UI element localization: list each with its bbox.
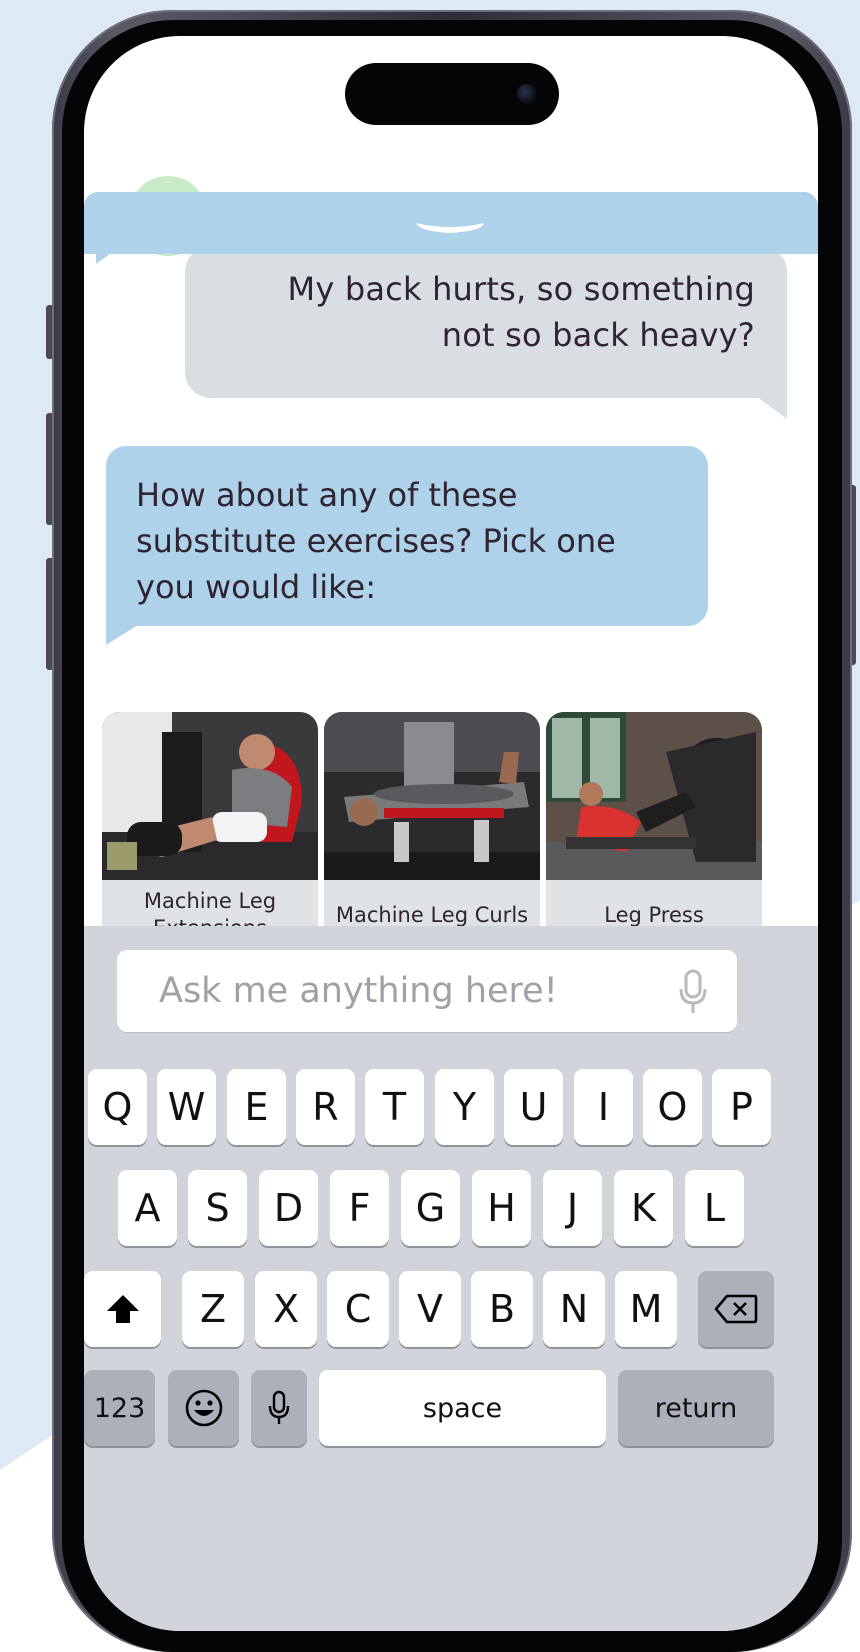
user-bubble-tail (757, 397, 787, 419)
bot-message-bubble: How about any of these substitute exerci… (106, 446, 708, 626)
key-x[interactable]: X (255, 1271, 317, 1347)
key-g[interactable]: G (401, 1170, 460, 1246)
key-m[interactable]: M (615, 1271, 677, 1347)
emoji-key[interactable] (168, 1370, 239, 1446)
exercise-card-leg-extensions[interactable]: Machine Leg Extensions (102, 712, 318, 950)
space-key[interactable]: space (319, 1370, 606, 1446)
backspace-icon (714, 1294, 758, 1324)
exercise-card-leg-press[interactable]: Leg Press (546, 712, 762, 950)
key-n[interactable]: N (543, 1271, 605, 1347)
chat-input[interactable] (159, 950, 659, 1032)
dictation-key[interactable] (251, 1370, 307, 1446)
key-a[interactable]: A (118, 1170, 177, 1246)
key-r[interactable]: R (296, 1069, 355, 1145)
key-b[interactable]: B (471, 1271, 533, 1347)
key-e[interactable]: E (227, 1069, 286, 1145)
key-d[interactable]: D (259, 1170, 318, 1246)
key-c[interactable]: C (327, 1271, 389, 1347)
shift-key[interactable] (84, 1271, 161, 1347)
backspace-key[interactable] (698, 1271, 774, 1347)
key-k[interactable]: K (614, 1170, 673, 1246)
bot-bubble-tail (106, 625, 138, 645)
keyboard-area: Q W E R T Y U I O P A S D F G H J K L Z … (84, 926, 818, 1631)
return-key[interactable]: return (618, 1370, 774, 1446)
leg-extensions-photo (102, 712, 318, 880)
key-o[interactable]: O (643, 1069, 702, 1145)
user-message-text: My back hurts, so something not so back … (287, 270, 755, 354)
key-s[interactable]: S (188, 1170, 247, 1246)
key-z[interactable]: Z (182, 1271, 244, 1347)
chat-input-container[interactable] (117, 950, 737, 1032)
key-i[interactable]: I (574, 1069, 633, 1145)
key-v[interactable]: V (399, 1271, 461, 1347)
camera-icon (517, 84, 537, 104)
key-t[interactable]: T (365, 1069, 424, 1145)
header-sheet-tail (96, 254, 110, 264)
numbers-key[interactable]: 123 (84, 1370, 155, 1446)
key-p[interactable]: P (712, 1069, 771, 1145)
phone-screen: My back hurts, so something not so back … (84, 36, 818, 1631)
leg-curls-photo (324, 712, 540, 880)
key-u[interactable]: U (504, 1069, 563, 1145)
leg-press-photo (546, 712, 762, 880)
exercise-card-leg-curls[interactable]: Machine Leg Curls (324, 712, 540, 950)
user-message-bubble: My back hurts, so something not so back … (185, 246, 787, 398)
key-l[interactable]: L (685, 1170, 744, 1246)
key-h[interactable]: H (472, 1170, 531, 1246)
emoji-icon (185, 1389, 222, 1427)
dynamic-island (345, 63, 559, 125)
microphone-icon (268, 1390, 290, 1424)
key-q[interactable]: Q (88, 1069, 147, 1145)
bot-message-text: How about any of these substitute exerci… (136, 476, 616, 606)
shift-icon (106, 1295, 139, 1323)
key-w[interactable]: W (157, 1069, 216, 1145)
key-f[interactable]: F (330, 1170, 389, 1246)
chevron-down-icon[interactable] (412, 219, 488, 235)
key-y[interactable]: Y (435, 1069, 494, 1145)
key-j[interactable]: J (543, 1170, 602, 1246)
microphone-icon[interactable] (677, 969, 709, 1015)
